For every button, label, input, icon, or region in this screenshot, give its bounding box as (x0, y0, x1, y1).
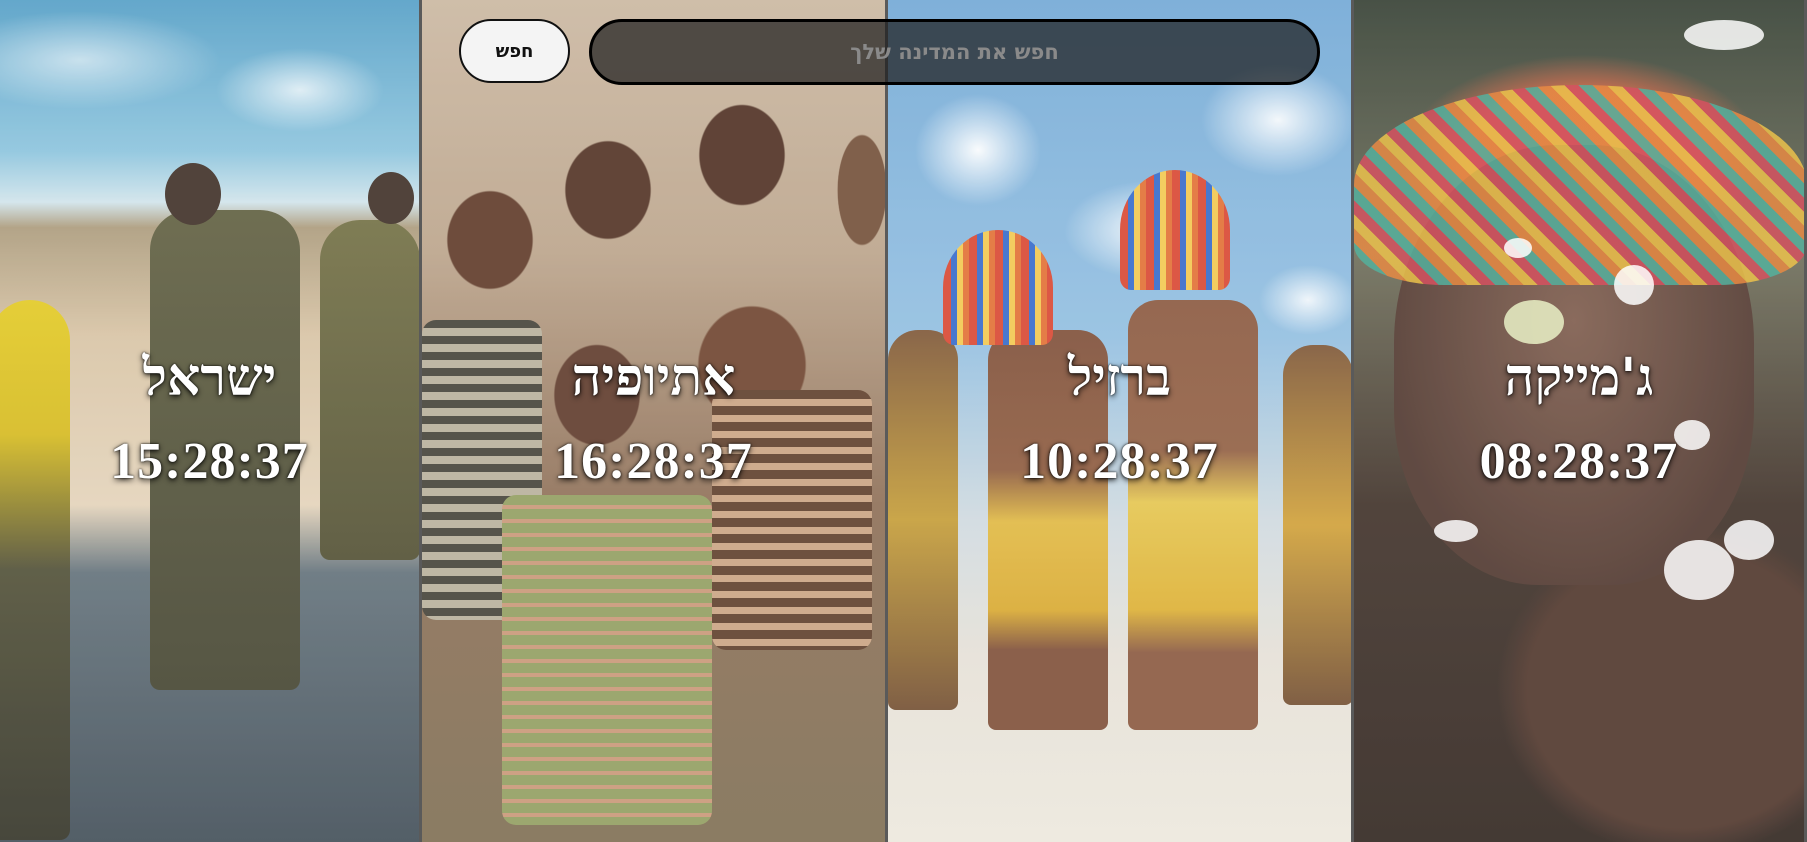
country-panel-brazil[interactable]: ברזיל 10:28:37 (888, 0, 1354, 842)
country-panel-israel[interactable]: ישראל 15:28:37 (0, 0, 422, 842)
local-time: 08:28:37 (1479, 433, 1679, 490)
country-panel-jamaica[interactable]: ג'מייקה 08:28:37 (1354, 0, 1807, 842)
search-input[interactable] (589, 19, 1320, 85)
country-clock-gallery: ישראל 15:28:37 אתיופיה 16:28:37 ברזיל 10… (0, 0, 1807, 842)
local-time: 15:28:37 (110, 433, 309, 490)
country-name: ברזיל (1067, 347, 1172, 408)
country-name: ישראל (142, 347, 277, 408)
country-panel-ethiopia[interactable]: אתיופיה 16:28:37 (422, 0, 888, 842)
search-button[interactable]: חפש (459, 19, 570, 83)
country-name: אתיופיה (571, 347, 736, 408)
local-time: 10:28:37 (1020, 433, 1219, 490)
local-time: 16:28:37 (554, 433, 753, 490)
country-name: ג'מייקה (1504, 347, 1654, 408)
